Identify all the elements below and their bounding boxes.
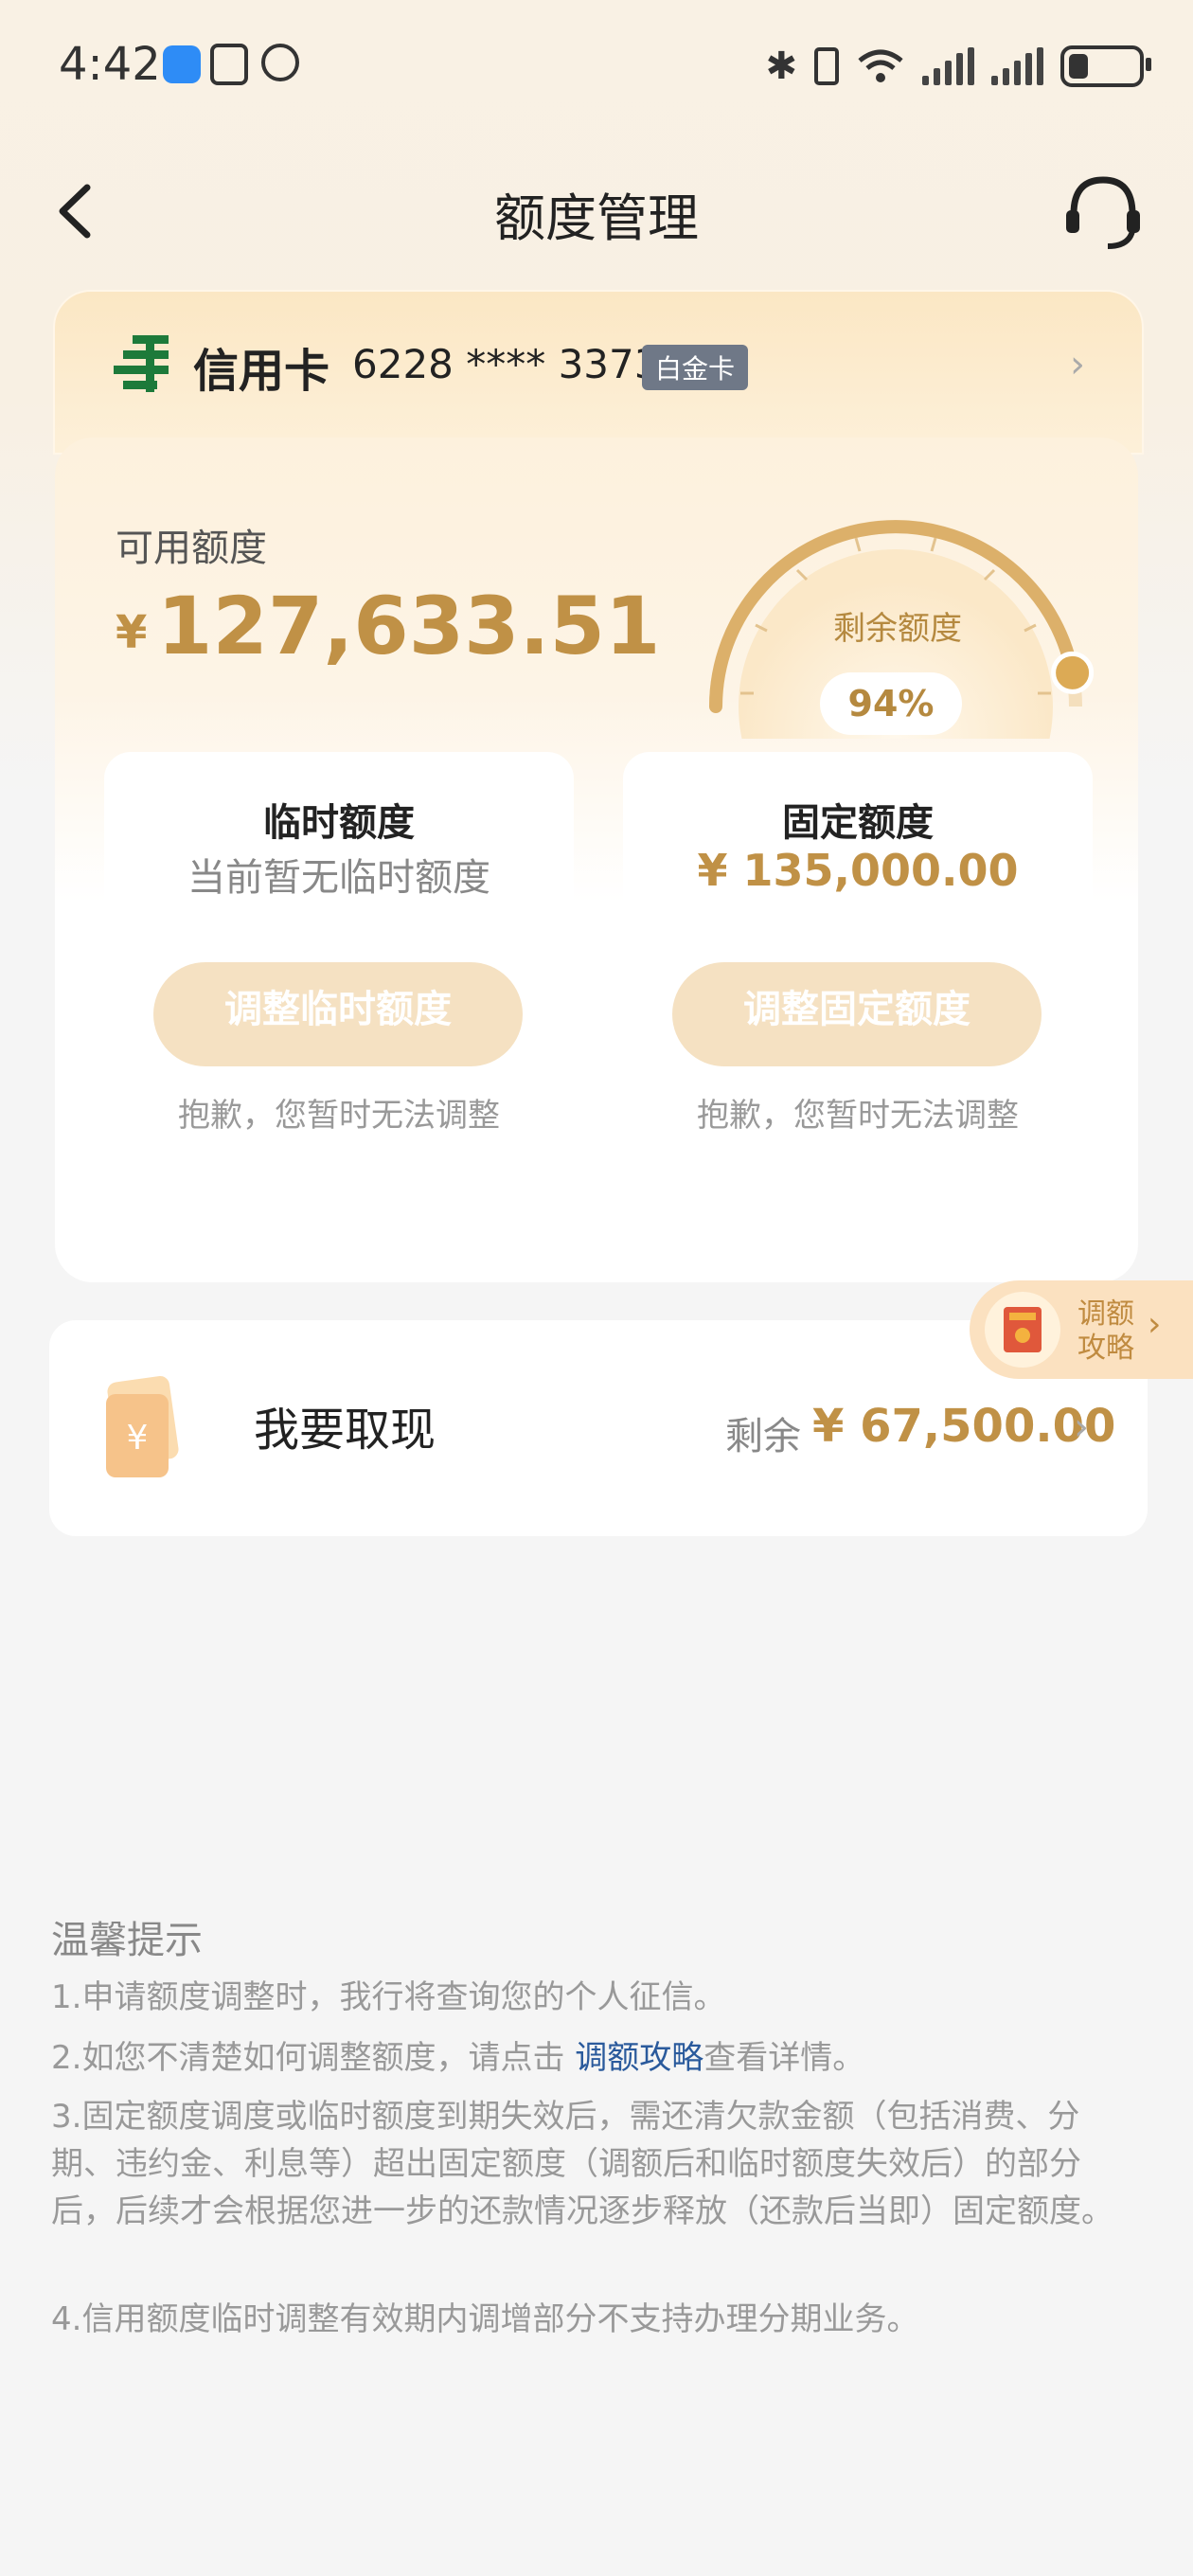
- temp-limit-title: 临时额度: [263, 801, 415, 845]
- postal-bank-logo: [114, 335, 169, 392]
- withdraw-title: 我要取现: [254, 1404, 436, 1457]
- chevron-right-icon: ›: [1070, 343, 1085, 386]
- fixed-limit-note: 抱歉，您暂时无法调整: [697, 1097, 1019, 1135]
- vibrate-icon: [814, 47, 839, 85]
- gauge-label: 剩余额度: [833, 610, 962, 648]
- signal-icon-2: [991, 47, 1043, 85]
- temp-limit-desc: 当前暂无临时额度: [187, 856, 490, 900]
- limit-strategy-link[interactable]: 调额攻略: [575, 2039, 703, 2077]
- bluetooth-icon: ✱: [765, 45, 797, 88]
- tip-1: 1.申请额度调整时，我行将查询您的个人征信。: [51, 1978, 726, 2016]
- svg-text:¥: ¥: [127, 1419, 149, 1458]
- message-app-icon: [163, 45, 201, 83]
- tip-4: 4.信用额度临时调整有效期内调增部分不支持办理分期业务。: [51, 2300, 919, 2338]
- available-limit-label: 可用额度: [116, 527, 267, 570]
- chevron-right-icon: ›: [1074, 1405, 1089, 1449]
- fixed-limit-title: 固定额度: [782, 801, 934, 845]
- tips-title: 温馨提示: [51, 1919, 203, 1962]
- wifi-icon: [858, 49, 903, 82]
- status-time: 4:42: [59, 38, 161, 91]
- tip-3: 3.固定额度调度或临时额度到期失效后，需还清欠款金额（包括消费、分期、违约金、利…: [51, 2098, 1113, 2230]
- adjust-temp-limit-button[interactable]: 调整临时额度: [153, 962, 523, 1066]
- page-title: 额度管理: [494, 188, 699, 248]
- tip-2: 2.如您不清楚如何调整额度，请点击 调额攻略查看详情。: [51, 2039, 865, 2077]
- adjust-fixed-limit-button[interactable]: 调整固定额度: [672, 962, 1042, 1066]
- gauge-percent: 94%: [820, 672, 962, 735]
- fixed-limit-amount: ¥ 135,000.00: [697, 845, 1019, 896]
- available-currency: ¥: [116, 606, 148, 659]
- temp-limit-note: 抱歉，您暂时无法调整: [178, 1097, 500, 1135]
- card-type-label: 信用卡: [193, 345, 330, 398]
- withdraw-remaining-amount: ¥ 67,500.00: [812, 1400, 1116, 1453]
- card-level-badge: 白金卡: [642, 345, 749, 390]
- withdraw-remaining-label: 剩余: [725, 1415, 801, 1458]
- nfc-icon: [210, 44, 248, 85]
- available-limit-value: 127,633.51: [157, 580, 661, 672]
- card-number: 6228 **** 3373: [352, 341, 660, 387]
- status-icons: ✱: [765, 38, 1151, 95]
- customer-service-icon[interactable]: [1062, 170, 1144, 252]
- book-icon: [985, 1292, 1060, 1368]
- battery-icon: [1060, 45, 1151, 87]
- alarm-icon: [261, 44, 299, 81]
- chevron-right-icon: ›: [1148, 1305, 1162, 1344]
- signal-icon-1: [922, 47, 974, 85]
- cash-icon: ¥: [106, 1375, 179, 1477]
- limit-strategy-label: 调额 攻略: [1077, 1297, 1134, 1365]
